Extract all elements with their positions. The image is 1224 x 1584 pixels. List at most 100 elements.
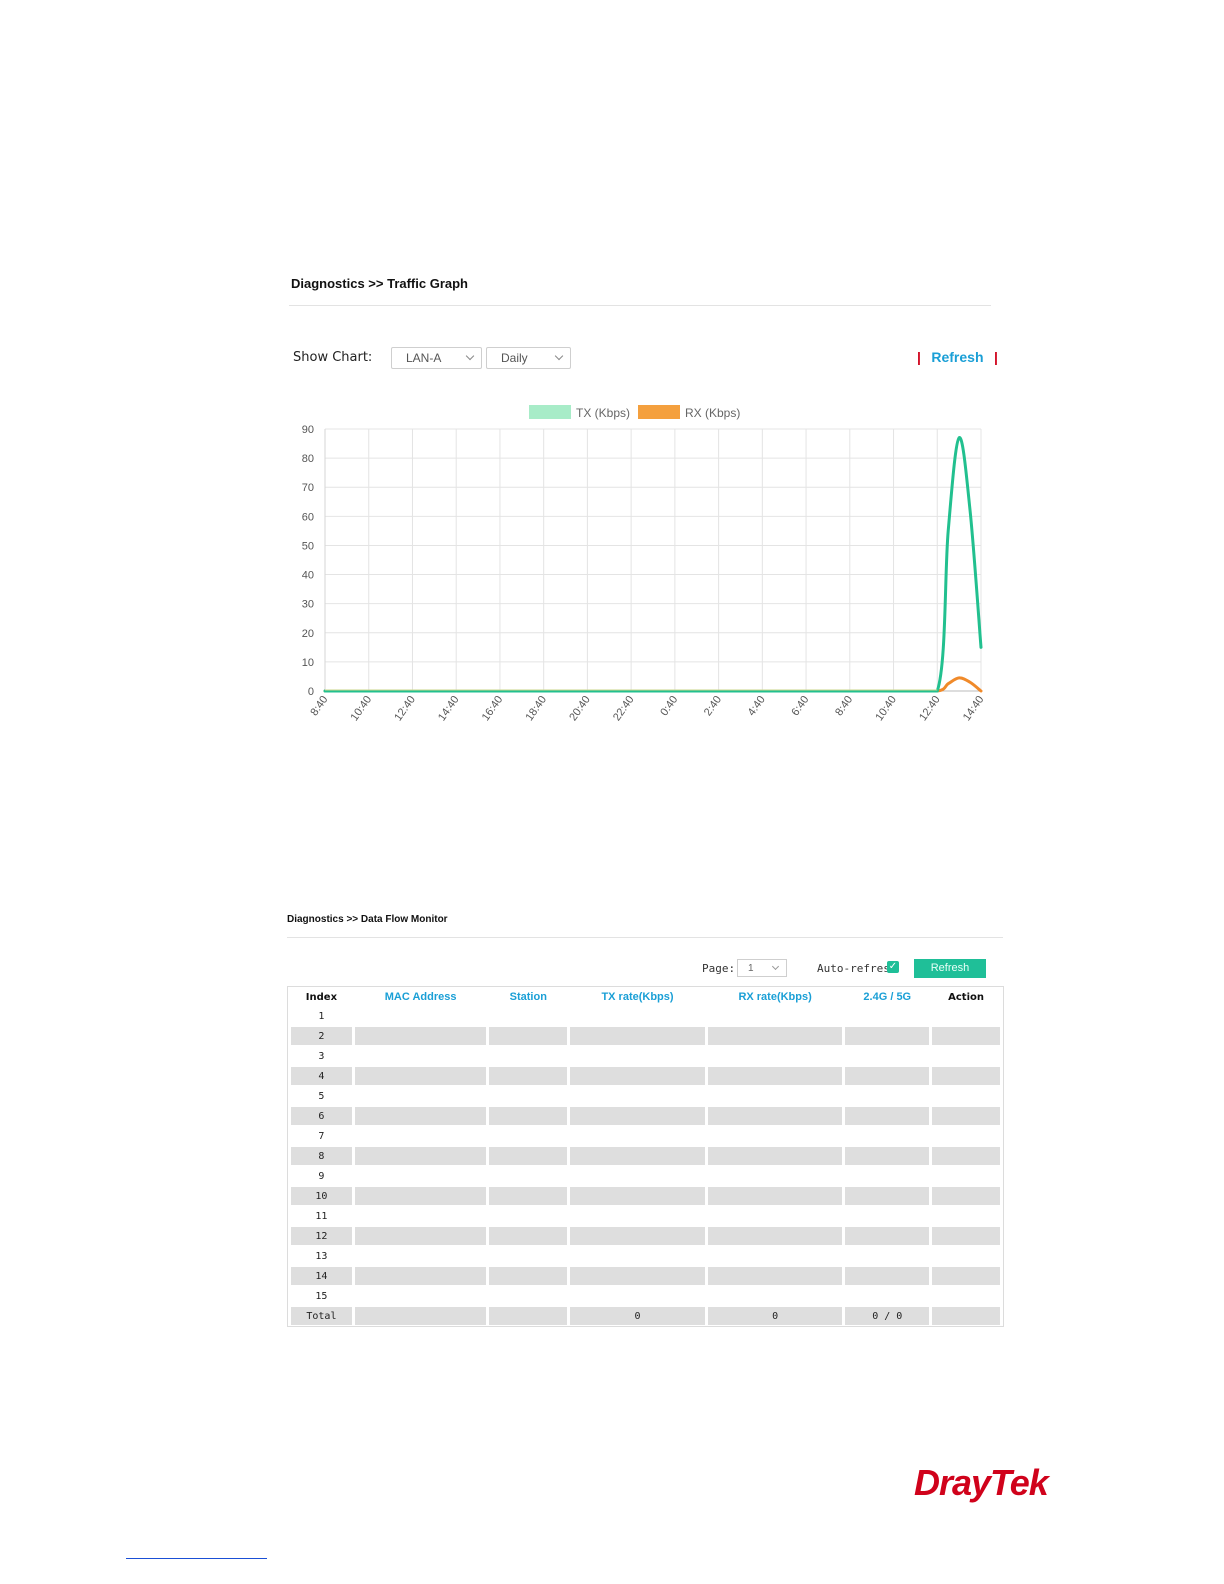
chevron-down-icon — [465, 351, 475, 361]
table-cell — [354, 1167, 487, 1185]
refresh-link[interactable]: Refresh — [931, 349, 983, 365]
table-cell — [845, 1067, 930, 1085]
table-cell — [707, 1047, 843, 1065]
column-station[interactable]: Station — [489, 987, 567, 1007]
chart-legend: TX (Kbps) RX (Kbps) — [529, 405, 740, 420]
table-row: 4 — [291, 1067, 1000, 1085]
table-cell — [707, 1107, 843, 1125]
table-cell — [845, 1027, 930, 1045]
table-cell — [354, 1187, 487, 1205]
table-cell — [570, 1067, 705, 1085]
interface-select-value: LAN-A — [406, 351, 442, 365]
column-tx-rate[interactable]: TX rate(Kbps) — [570, 987, 705, 1007]
row-index: 7 — [291, 1127, 352, 1145]
table-cell — [354, 1127, 487, 1145]
legend-swatch — [529, 405, 571, 419]
x-tick-label: 8:40 — [833, 694, 855, 718]
x-axis: 8:40 10:40 12:40 14:40 16:40 18:40 20:40 22:40 0… — [308, 694, 986, 723]
row-index: 15 — [291, 1287, 352, 1305]
x-tick-label: 10:40 — [873, 694, 899, 723]
x-tick-label: 20:40 — [567, 694, 593, 723]
table-cell — [570, 1027, 705, 1045]
table-cell — [489, 1127, 568, 1145]
page-select-value: 1 — [748, 963, 754, 974]
table-cell — [354, 1247, 487, 1265]
x-tick-label: 0:40 — [658, 694, 680, 718]
period-select-value: Daily — [501, 351, 528, 365]
table-row: 1 — [291, 1007, 1000, 1025]
period-select[interactable]: Daily — [486, 347, 571, 369]
table-cell — [845, 1127, 930, 1145]
table-cell — [707, 1287, 843, 1305]
table-cell — [570, 1047, 705, 1065]
tx-series-line — [323, 436, 983, 693]
table-cell — [932, 1087, 1000, 1105]
table-cell — [845, 1167, 930, 1185]
column-band[interactable]: 2.4G / 5G — [845, 987, 929, 1007]
column-rx-rate[interactable]: RX rate(Kbps) — [708, 987, 843, 1007]
table-cell — [932, 1247, 1000, 1265]
y-tick-label: 90 — [302, 424, 314, 436]
y-tick-label: 0 — [308, 686, 314, 698]
table-cell — [707, 1247, 843, 1265]
table-cell — [570, 1247, 705, 1265]
table-cell — [707, 1027, 843, 1045]
table-cell — [932, 1127, 1000, 1145]
column-mac-address[interactable]: MAC Address — [355, 987, 487, 1007]
table-cell — [489, 1027, 568, 1045]
table-cell — [845, 1047, 930, 1065]
row-index: 4 — [291, 1067, 352, 1085]
interface-select[interactable]: LAN-A — [391, 347, 482, 369]
table-cell — [707, 1127, 843, 1145]
table-row: 9 — [291, 1167, 1000, 1185]
footer-link-underline — [126, 1558, 267, 1559]
separator: | — [993, 349, 998, 365]
row-index: 13 — [291, 1247, 352, 1265]
x-tick-label: 6:40 — [789, 694, 811, 718]
table-row: 5 — [291, 1087, 1000, 1105]
y-tick-label: 40 — [302, 570, 314, 582]
table-cell — [570, 1227, 705, 1245]
auto-refresh-checkbox[interactable]: ✓ — [887, 961, 899, 973]
x-tick-label: 10:40 — [349, 694, 375, 723]
table-cell — [845, 1287, 930, 1305]
table-cell — [845, 1147, 930, 1165]
row-index: 2 — [291, 1027, 352, 1045]
table-row: 10 — [291, 1187, 1000, 1205]
table-cell — [932, 1287, 1000, 1305]
y-tick-label: 80 — [302, 453, 314, 465]
row-index: 12 — [291, 1227, 352, 1245]
row-index: 10 — [291, 1187, 352, 1205]
table-cell — [354, 1027, 487, 1045]
row-index: 11 — [291, 1207, 352, 1225]
table-cell — [932, 1267, 1000, 1285]
column-index: Index — [305, 991, 338, 1003]
table-cell — [932, 1187, 1000, 1205]
x-tick-label: 16:40 — [480, 694, 506, 723]
x-tick-label: 14:40 — [436, 694, 462, 723]
page-select[interactable]: 1 — [737, 959, 787, 977]
table-cell — [489, 1147, 568, 1165]
row-index: 9 — [291, 1167, 352, 1185]
table-cell — [932, 1307, 1000, 1325]
x-tick-label: 12:40 — [392, 694, 418, 723]
table-cell — [489, 1187, 568, 1205]
table-cell — [354, 1307, 487, 1325]
y-tick-label: 50 — [302, 540, 314, 552]
table-cell — [570, 1127, 705, 1145]
table-cell — [570, 1187, 705, 1205]
auto-refresh-label: Auto-refresh — [817, 962, 897, 975]
refresh-button[interactable]: Refresh — [914, 959, 986, 978]
table-cell — [489, 1247, 568, 1265]
row-index: 14 — [291, 1267, 352, 1285]
table-cell — [845, 1007, 930, 1025]
table-cell — [489, 1207, 568, 1225]
draytek-logo: DrayTek — [914, 1462, 1049, 1503]
table-cell — [489, 1267, 568, 1285]
chart-grid — [324, 428, 982, 692]
table-cell — [354, 1267, 487, 1285]
divider — [289, 305, 991, 306]
refresh-link-group: | Refresh | — [917, 349, 998, 367]
table-cell — [489, 1287, 568, 1305]
table-cell — [570, 1167, 705, 1185]
